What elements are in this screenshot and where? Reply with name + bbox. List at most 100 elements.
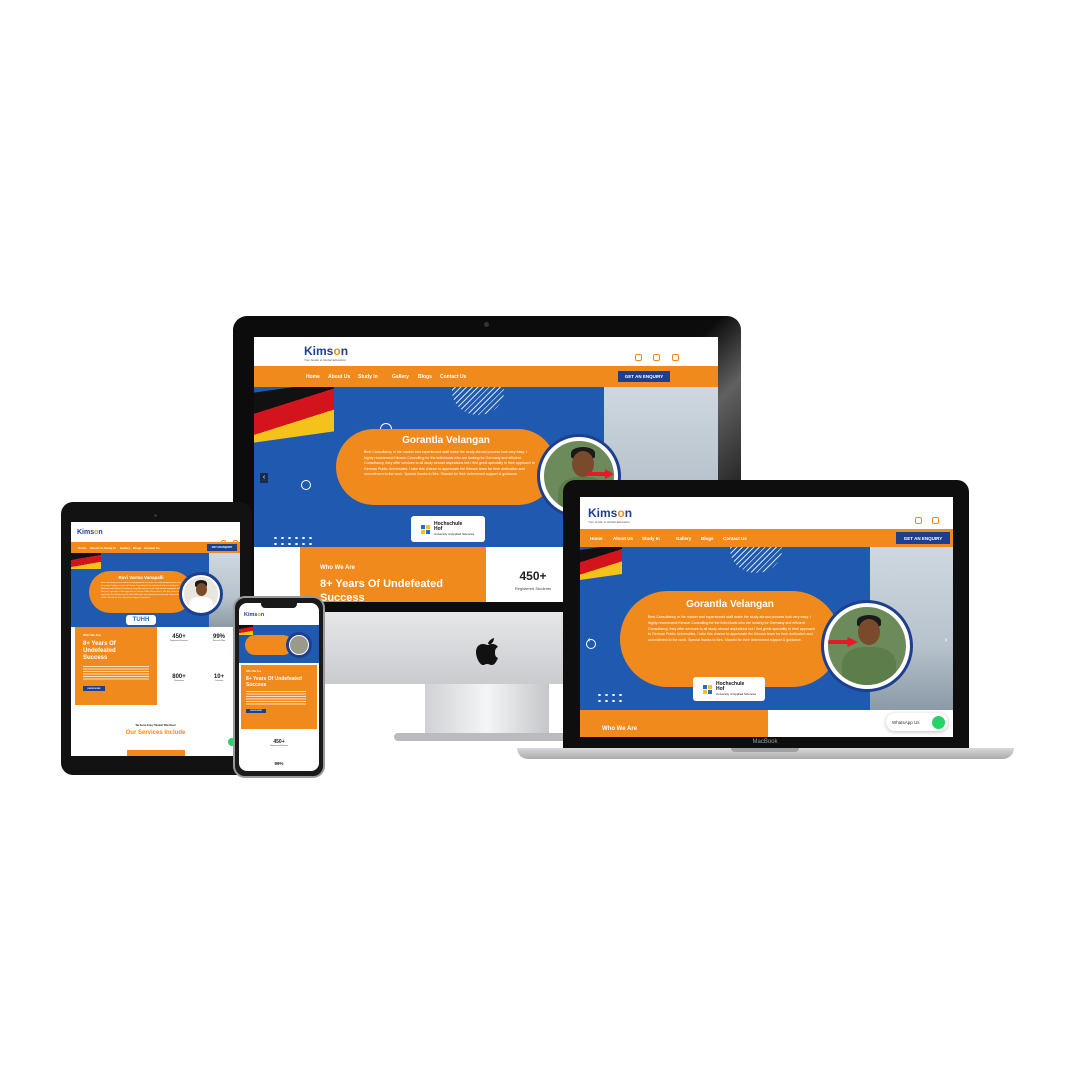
main-nav: Home About Us Study In Gallery Blogs Con… [71,542,240,553]
about-text [246,691,306,705]
dot-grid [596,692,626,704]
stat-students: 450+ Registered Students [514,569,552,591]
nav-contact[interactable]: Contact Us [723,536,747,541]
laptop-notch [731,748,799,752]
testimonial-name: Gorantla Velangan [402,435,490,446]
tablet-screen: Kimson Home About Us Study In Gallery Bl… [71,522,240,756]
about-kicker: Who We Are [320,565,356,571]
student-photo [289,635,309,655]
slider-next-icon[interactable]: › [942,635,950,645]
testimonial-quote: Best Consultancy in the market and exper… [101,582,183,599]
nav-gallery[interactable]: Gallery [392,374,409,380]
nav-about[interactable]: About Us [613,536,633,541]
whatsapp-widget[interactable]: WhatsApp Us [886,713,948,731]
apple-logo-icon [474,634,502,668]
whatsapp-icon[interactable] [932,715,945,729]
nav-blogs[interactable]: Blogs [133,546,141,550]
site-logo[interactable]: Kimson [77,529,103,536]
stat-students: 450+ Registered Students [269,739,289,747]
site-logo[interactable]: Kimson Your Guide to Global Education [304,344,348,362]
about-kicker: Who We Are [246,670,262,673]
nav-study-in[interactable]: Study In [104,546,116,550]
about-headline: 8+ Years Of Undefeated Success [320,578,443,602]
site-logo[interactable]: Kimson [244,612,264,618]
testimonial-name: Gorantla Velangan [686,599,774,610]
about-section: Who We Are 8+ Years Of Undefeated Succes… [241,665,317,729]
enquiry-button[interactable]: GET AN ENQUIRY [618,371,670,382]
dot-grid [272,535,312,547]
half-circle-decor [730,547,782,573]
nav-study-in[interactable]: Study In [358,374,378,380]
service-card [127,750,185,756]
services-title: Our Services Include [125,730,186,736]
laptop-screen: Kimson Your Guide to Global Education Ho… [580,497,953,737]
linkedin-icon[interactable] [671,354,679,361]
student-photo [824,603,910,689]
about-kicker: Who We Are [602,726,638,732]
tablet-camera [154,514,157,517]
nav-study-in[interactable]: Study In [642,536,660,541]
nav-home[interactable]: Home [78,546,86,550]
stat-success: 99% [274,761,284,766]
facebook-icon[interactable] [635,354,642,361]
stat-universities: 800+ Universities [172,674,186,682]
about-section: Who We Are 8+ Years Of Undefeated Succes… [75,627,157,705]
testimonial-card [245,635,293,655]
imac-camera [484,322,489,327]
main-nav: Home About Us Study In Gallery Blogs Con… [254,366,718,387]
nav-about[interactable]: About Us [90,546,103,550]
german-flag [239,625,253,635]
university-logo: Hochschule Hof University of Applied Scien… [693,677,765,701]
imac-foot [394,733,580,741]
facebook-icon[interactable] [915,517,922,524]
nav-home[interactable]: Home [590,536,603,541]
about-headline: 8+ Years Of Undefeated Success [83,641,116,661]
testimonial-card: Gorantla Velangan Best Consultancy in th… [620,591,840,687]
laptop-label: MacBook [752,739,778,745]
services-kicker: We Serve Every Student Who Need [135,724,176,727]
slider-prev-icon[interactable]: ‹ [585,635,593,645]
testimonial-quote: Best Consultancy in the market and exper… [648,615,815,643]
university-logo: TUHH [126,615,156,625]
header: Kimson Your Guide to Global Education [254,337,718,366]
nav-contact[interactable]: Contact Us [440,374,466,380]
hero-banner: ‹ › Gorantla Velangan Best Consultancy i… [580,547,953,710]
testimonial-card: Ravi Varma Vanapalli Best Consultancy in… [89,571,193,613]
imac-stand [425,684,549,736]
about-section: Who We Are 8+ Years Of Undefeated Succes… [300,547,486,602]
nav-home[interactable]: Home [306,374,320,380]
about-text [83,666,149,680]
half-circle-decor [452,387,504,415]
nav-about[interactable]: About Us [328,374,350,380]
stat-students: 450+ Registered Students [169,634,189,642]
slider-prev-icon[interactable]: ‹ [260,473,268,483]
enquiry-button[interactable]: GET AN ENQUIRY [207,544,237,551]
german-flag [254,387,334,443]
instagram-icon[interactable] [653,354,661,361]
nav-blogs[interactable]: Blogs [701,536,714,541]
know-more-button[interactable]: KNOW MORE [246,709,266,713]
nav-blogs[interactable]: Blogs [418,374,432,380]
university-logo: Hochschule Hof University of Applied Scien… [411,516,485,542]
phone-screen: Kimson Who We Are 8+ Years Of Undefeated… [239,603,319,771]
main-nav: Home About Us Study In Gallery Blogs Con… [580,529,953,547]
nav-contact[interactable]: Contact Us [144,546,160,550]
about-headline: 8+ Years Of Undefeated Success [246,676,302,688]
social-icons [635,348,679,366]
testimonial-quote: Best Consultancy in the market and exper… [364,450,535,477]
about-kicker: Who We Are [83,633,101,637]
whatsapp-label: WhatsApp Us [892,719,920,725]
site-logo[interactable]: Kimson Your Guide to Global Education [588,506,632,524]
nav-gallery[interactable]: Gallery [120,546,130,550]
student-photo [182,575,220,613]
know-more-button[interactable]: KNOW MORE [83,686,105,691]
hero-banner [239,625,319,663]
instagram-icon[interactable] [932,517,940,524]
nav-gallery[interactable]: Gallery [676,536,691,541]
hero-banner: Ravi Varma Vanapalli Best Consultancy in… [71,553,240,627]
german-flag [71,553,101,569]
enquiry-button[interactable]: GET AN ENQUIRY [896,532,950,544]
about-section: Who We Are [580,710,768,737]
german-flag [580,547,622,580]
testimonial-card: Gorantla Velangan Best Consultancy in th… [336,429,556,505]
